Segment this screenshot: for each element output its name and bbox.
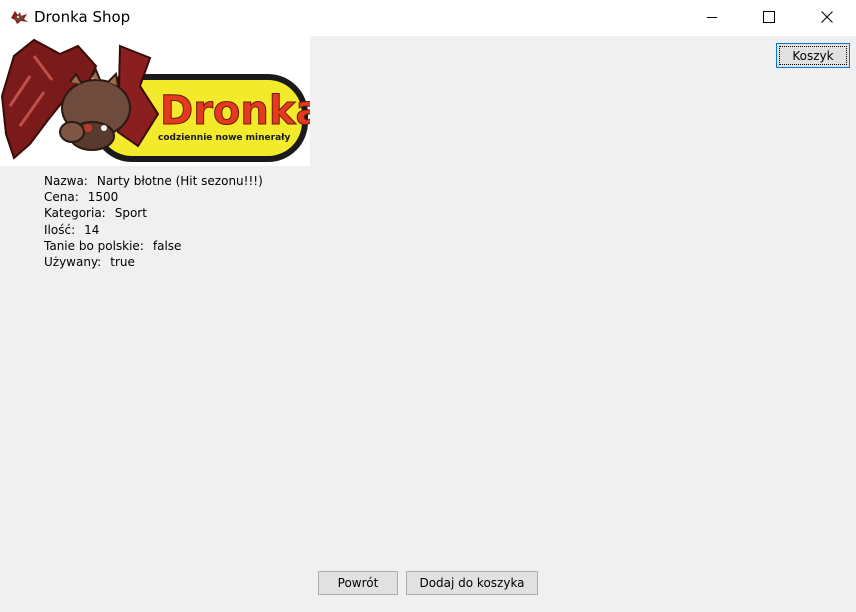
logo-tagline: codziennie nowe minerały bbox=[158, 133, 290, 143]
field-used: Używany: true bbox=[44, 254, 263, 270]
title-bar[interactable]: Dronka Shop bbox=[0, 0, 856, 36]
field-label: Cena: bbox=[44, 190, 79, 205]
field-label: Nazwa: bbox=[44, 174, 88, 188]
field-label: Używany: bbox=[44, 254, 102, 269]
field-cheap-polish: Tanie bo polskie: false bbox=[44, 238, 263, 254]
field-price: Cena: 1500 bbox=[44, 189, 263, 205]
field-value: Narty błotne (Hit sezonu!!!) bbox=[96, 174, 263, 188]
field-category: Kategoria: Sport bbox=[44, 205, 263, 221]
field-value: 14 bbox=[84, 222, 100, 237]
field-value: Sport bbox=[114, 206, 147, 221]
logo-wordmark: Dronka bbox=[160, 88, 310, 134]
logo-image: Dronka codziennie nowe minerały bbox=[0, 36, 323, 166]
minimize-icon bbox=[707, 17, 717, 18]
field-name: Nazwa: Narty błotne (Hit sezonu!!!) bbox=[44, 173, 263, 189]
field-value: true bbox=[110, 254, 135, 269]
dronka-dragon-icon bbox=[11, 11, 28, 24]
maximize-icon bbox=[763, 11, 775, 23]
app-window: Dronka Shop Dronka codziennie nowe miner… bbox=[0, 0, 856, 612]
close-button[interactable] bbox=[798, 0, 856, 34]
minimize-button[interactable] bbox=[683, 0, 741, 34]
product-details: Nazwa: Narty błotne (Hit sezonu!!!) Cena:… bbox=[44, 173, 263, 270]
field-label: Kategoria: bbox=[44, 206, 106, 221]
field-label: Tanie bo polskie: bbox=[44, 238, 144, 253]
close-icon bbox=[821, 11, 833, 23]
back-button[interactable]: Powrót bbox=[318, 571, 398, 595]
field-label: Ilość: bbox=[44, 222, 76, 237]
maximize-button[interactable] bbox=[740, 0, 798, 34]
cart-button[interactable]: Koszyk bbox=[776, 43, 850, 68]
dronka-logo: Dronka codziennie nowe minerały bbox=[0, 36, 323, 166]
field-quantity: Ilość: 14 bbox=[44, 222, 263, 238]
field-value: 1500 bbox=[87, 190, 119, 205]
add-to-cart-button[interactable]: Dodaj do koszyka bbox=[406, 571, 538, 595]
window-title: Dronka Shop bbox=[34, 8, 131, 26]
field-value: false bbox=[152, 238, 182, 253]
